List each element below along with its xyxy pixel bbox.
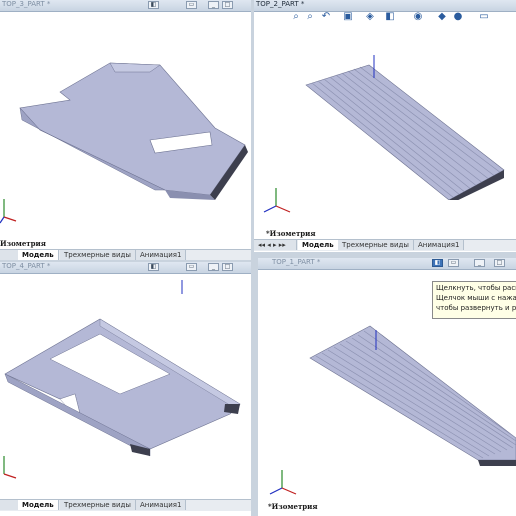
edit-appearance-icon[interactable]: ◆ [436, 11, 448, 23]
viewport-top-2[interactable]: TOP_2_PART * ⌕ ⌕ ↶ ▣ ◈ ◧ ◉ ◆ ● ▭ *Изомет… [254, 0, 516, 252]
viewport-top-3[interactable]: TOP_3_PART * ◧ ▭ _ □ Изометрия Модель Тр… [0, 0, 251, 260]
tab-model[interactable]: Модель [18, 500, 59, 510]
pane-title: TOP_1_PART * [272, 258, 321, 266]
tab-3d-views[interactable]: Трехмерные виды [60, 500, 136, 510]
tooltip-line: чтобы развернуть и рас [436, 304, 516, 312]
tab-animation[interactable]: Анимация1 [414, 240, 465, 250]
maximize-button[interactable]: □ [222, 1, 233, 9]
tooltip: Щелкнуть, чтобы распо Щелчок мыши с нажа… [432, 281, 516, 319]
restore-button[interactable]: ◧ [148, 1, 159, 9]
axis-triad [263, 188, 291, 213]
view-settings-icon[interactable]: ▭ [478, 11, 490, 23]
view-orientation-label: *Изометрия [268, 502, 318, 511]
tab-model[interactable]: Модель [298, 240, 339, 250]
zoom-to-fit-icon[interactable]: ⌕ [290, 11, 302, 23]
viewport-top-4[interactable]: TOP_4_PART * ◧ ▭ _ □ Модель Трехмерные в… [0, 262, 251, 516]
restore-button[interactable]: ▭ [448, 259, 459, 267]
section-view-icon[interactable]: ▣ [342, 11, 354, 23]
minimize-button[interactable]: _ [208, 1, 219, 9]
model-tabs: Модель Трехмерные виды Анимация1 [0, 499, 251, 511]
previous-view-icon[interactable]: ↶ [320, 11, 332, 23]
minimize-button[interactable]: _ [208, 263, 219, 271]
axis-triad [3, 456, 17, 479]
restore-button[interactable]: ▭ [186, 263, 197, 271]
minimize-button[interactable]: _ [474, 259, 485, 267]
axis-triad [0, 199, 17, 224]
model-tabs: ◂◂ ◂ ▸ ▸▸ Модель Трехмерные виды Анимаци… [254, 239, 516, 251]
maximize-button[interactable]: □ [222, 263, 233, 271]
restore-button[interactable]: ▭ [186, 1, 197, 9]
tooltip-line: Щелчок мыши с нажат [436, 294, 516, 302]
restore-button[interactable]: ◧ [148, 263, 159, 271]
zoom-area-icon[interactable]: ⌕ [304, 11, 316, 23]
part-model-top-4[interactable] [0, 274, 251, 484]
tab-animation[interactable]: Анимация1 [136, 500, 187, 510]
tooltip-line: Щелкнуть, чтобы распо [436, 284, 516, 292]
hide-show-icon[interactable]: ◉ [412, 11, 424, 23]
model-tabs: Модель Трехмерные виды Анимация1 [0, 249, 251, 260]
tab-3d-views[interactable]: Трехмерные виды [60, 250, 136, 260]
display-style-icon[interactable]: ◧ [384, 11, 396, 23]
apply-scene-icon[interactable]: ● [452, 11, 464, 23]
nav-arrows[interactable]: ◂◂ ◂ ▸ ▸▸ [254, 240, 297, 250]
view-orientation-label: *Изометрия [266, 229, 316, 238]
part-model-top-3[interactable] [0, 40, 251, 240]
pane-title: TOP_2_PART * [256, 0, 305, 8]
view-orientation-label: Изометрия [0, 239, 46, 248]
tab-3d-views[interactable]: Трехмерные виды [338, 240, 414, 250]
part-model-top-2[interactable] [254, 30, 516, 200]
pane-title: TOP_4_PART * [2, 262, 51, 270]
pane-titlebar: TOP_4_PART * ◧ ▭ _ □ [0, 262, 251, 274]
tab-model[interactable]: Модель [18, 250, 59, 260]
part-model-top-1[interactable] [258, 318, 516, 468]
restore-button[interactable]: ◧ [432, 259, 443, 267]
pane-titlebar: TOP_1_PART * ◧ ▭ _ □ [258, 258, 516, 270]
axis-triad [269, 470, 297, 495]
viewport-top-1[interactable]: TOP_1_PART * ◧ ▭ _ □ Щелкнуть, чтобы рас… [258, 258, 516, 516]
view-orientation-icon[interactable]: ◈ [364, 11, 376, 23]
nav-arrows[interactable] [0, 250, 19, 260]
maximize-button[interactable]: □ [494, 259, 505, 267]
pane-titlebar: TOP_3_PART * ◧ ▭ _ □ [0, 0, 251, 12]
nav-arrows[interactable] [0, 500, 19, 510]
pane-title: TOP_3_PART * [2, 0, 51, 8]
tab-animation[interactable]: Анимация1 [136, 250, 187, 260]
